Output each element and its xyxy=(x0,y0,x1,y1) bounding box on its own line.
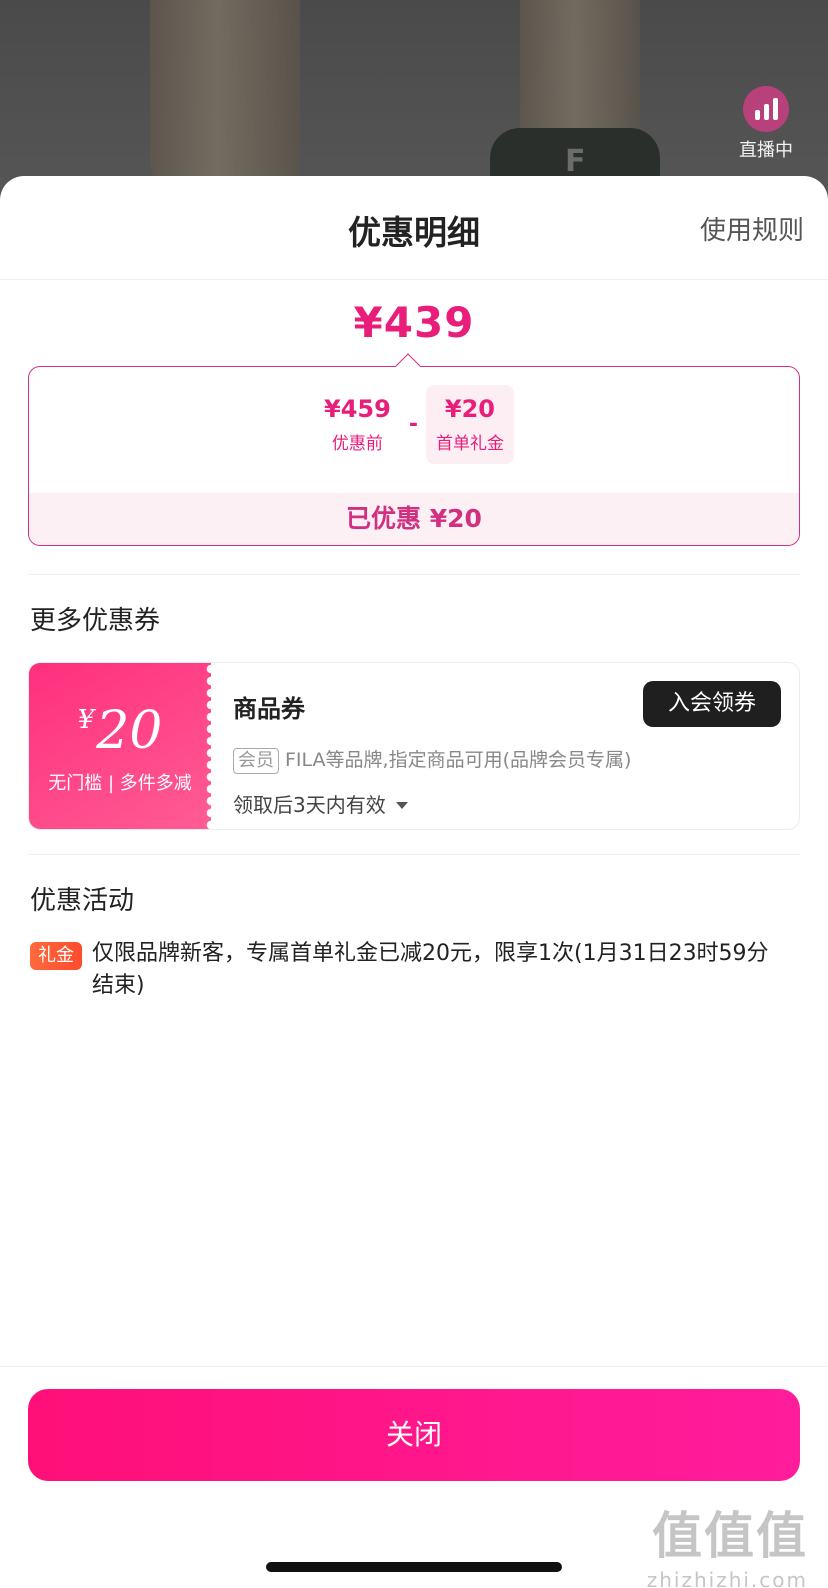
screen: F 直播中 优惠明细 使用规则 ¥439 ¥459 优惠前 - ¥20 首单礼金… xyxy=(0,0,828,1588)
live-badge-label: 直播中 xyxy=(739,140,793,161)
close-button[interactable]: 关闭 xyxy=(28,1389,800,1481)
join-and-claim-button[interactable]: 入会领券 xyxy=(643,681,781,727)
discount-detail-sheet: 优惠明细 使用规则 ¥439 ¥459 优惠前 - ¥20 首单礼金 已优惠 ¥… xyxy=(0,176,828,1588)
coupon-description: 会员 FILA等品牌,指定商品可用(品牌会员专属) xyxy=(233,745,631,774)
gift-amount: ¥20 xyxy=(444,395,496,423)
watermark-mark: 值值值 xyxy=(652,1507,808,1565)
live-bars-icon xyxy=(743,86,789,132)
coupon-validity[interactable]: 领取后3天内有效 xyxy=(233,789,408,818)
coupon-description-text: FILA等品牌,指定商品可用(品牌会员专属) xyxy=(285,749,632,771)
coupon-amount-value: 20 xyxy=(96,701,163,761)
coupon-validity-text: 领取后3天内有效 xyxy=(233,793,386,817)
member-tag: 会员 xyxy=(233,748,279,774)
final-price: ¥439 xyxy=(353,298,475,347)
promotions-title: 优惠活动 xyxy=(30,886,135,916)
watermark-logo: 值值值 zhizhizhi.com xyxy=(647,1496,808,1588)
chevron-down-icon xyxy=(395,802,408,809)
brand-logo: F xyxy=(565,144,586,179)
section-divider xyxy=(28,854,800,855)
coupon-amount: ¥20 xyxy=(29,701,211,761)
original-price-label: 优惠前 xyxy=(331,434,383,454)
gift-money-tag: 礼金 xyxy=(30,942,82,970)
coupon-conditions: 无门槛 | 多件多减 xyxy=(48,773,192,794)
section-divider xyxy=(28,574,800,575)
original-price-amount: ¥459 xyxy=(324,395,391,423)
live-badge[interactable]: 直播中 xyxy=(726,86,806,162)
watermark-url: zhizhizhi.com xyxy=(646,1568,808,1588)
gift-label: 首单礼金 xyxy=(435,434,504,454)
first-order-gift-item: ¥20 首单礼金 xyxy=(425,385,514,464)
price-breakdown-card: ¥459 优惠前 - ¥20 首单礼金 已优惠 ¥20 xyxy=(28,366,800,546)
minus-operator: - xyxy=(408,412,418,437)
home-indicator[interactable] xyxy=(266,1562,562,1572)
coupon-name: 商品券 xyxy=(233,695,305,723)
price-calculation: ¥459 优惠前 - ¥20 首单礼金 xyxy=(29,385,799,464)
product-photo-leg xyxy=(150,0,300,200)
promotion-item: 礼金 仅限品牌新客，专属首单礼金已减20元，限享1次(1月31日23时59分结束… xyxy=(30,938,790,1002)
more-coupons-title: 更多优惠券 xyxy=(30,606,161,636)
original-price-item: ¥459 优惠前 xyxy=(314,385,401,464)
promotion-text: 仅限品牌新客，专属首单礼金已减20元，限享1次(1月31日23时59分结束) xyxy=(92,941,769,998)
footer-divider xyxy=(0,1366,828,1367)
usage-rules-link[interactable]: 使用规则 xyxy=(700,210,804,247)
coupon-card[interactable]: ¥20 无门槛 | 多件多减 商品券 入会领券 会员 FILA等品牌,指定商品可用… xyxy=(28,662,800,830)
coupon-value-panel: ¥20 无门槛 | 多件多减 xyxy=(29,663,217,829)
product-photo-backdrop: F 直播中 xyxy=(0,0,828,200)
saved-amount-bar: 已优惠 ¥20 xyxy=(29,493,799,545)
coupon-currency: ¥ xyxy=(77,705,95,735)
sheet-header: 优惠明细 使用规则 xyxy=(0,176,828,280)
